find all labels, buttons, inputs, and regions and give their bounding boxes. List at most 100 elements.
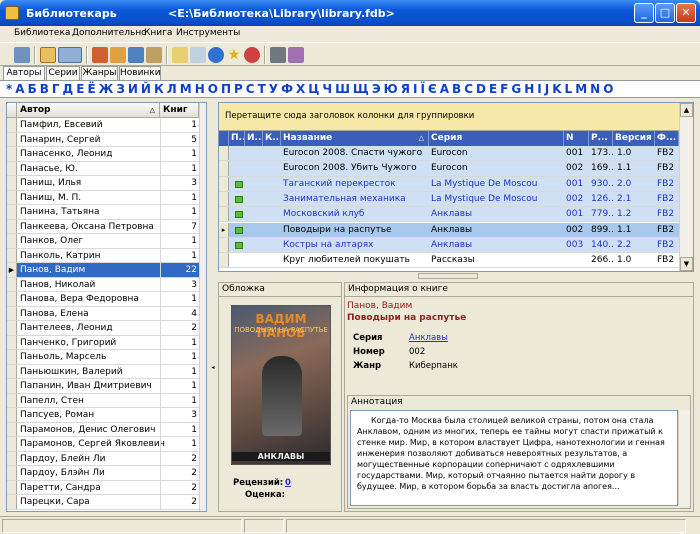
reviews-link[interactable]: 0 [285, 478, 291, 488]
letter-filter[interactable]: * [6, 81, 12, 97]
grid-header-i[interactable]: И.. [245, 131, 263, 146]
author-row[interactable]: Панарин, Сергей 5 [7, 132, 206, 147]
letter-filter[interactable]: Г [52, 81, 60, 97]
lifebuoy-icon[interactable] [244, 47, 260, 63]
book-yellow-icon[interactable] [110, 47, 126, 63]
letter-filter[interactable]: Ш [335, 81, 350, 97]
tab-authors[interactable]: Авторы [3, 66, 45, 81]
letter-filter[interactable]: У [269, 81, 278, 97]
author-row[interactable]: Панасье, Ю. 1 [7, 161, 206, 176]
letter-filter[interactable]: Щ [353, 81, 369, 97]
author-row[interactable]: Панина, Татьяна 1 [7, 205, 206, 220]
letter-filter[interactable]: Ё [87, 81, 95, 97]
letter-filter[interactable]: Д [63, 81, 74, 97]
letter-filter[interactable]: Ю [384, 81, 398, 97]
letter-filter[interactable]: М [180, 81, 192, 97]
letter-filter[interactable]: O [603, 81, 613, 97]
menu-tools[interactable]: Инструменты [176, 28, 240, 38]
letter-filter[interactable]: Н [195, 81, 205, 97]
scroll-down-icon[interactable]: ▼ [680, 257, 693, 271]
tool-settings-icon[interactable] [288, 47, 304, 63]
tab-genres[interactable]: Жанры [81, 66, 118, 80]
letter-filter[interactable]: К [154, 81, 164, 97]
letter-filter[interactable]: I [537, 81, 541, 97]
letter-filter[interactable]: З [116, 81, 125, 97]
save-icon[interactable] [40, 47, 56, 63]
author-row[interactable]: Паньоль, Марсель 1 [7, 350, 206, 365]
letter-filter[interactable]: Ф [281, 81, 293, 97]
author-row[interactable]: Парецки, Сара 2 [7, 495, 206, 510]
letter-filter[interactable]: Э [372, 81, 381, 97]
letter-filter[interactable]: Ж [99, 81, 114, 97]
letter-filter[interactable]: Ч [322, 81, 332, 97]
grid-header-number[interactable]: N [564, 131, 589, 146]
book-row[interactable]: ▸ Поводыри на распутье Анклавы 002 899... 1.1… [219, 222, 679, 238]
tab-series[interactable]: Серии [46, 66, 80, 80]
letter-filter[interactable]: Ї [420, 81, 424, 97]
letter-filter[interactable]: П [221, 81, 231, 97]
author-row[interactable]: Панкеева, Оксана Петровна 7 [7, 219, 206, 234]
letter-filter[interactable]: L [565, 81, 573, 97]
menu-library[interactable]: Библиотека [14, 28, 70, 38]
author-row[interactable]: Паньюшкин, Валерий 1 [7, 364, 206, 379]
letter-filter[interactable]: Е [76, 81, 84, 97]
letter-filter[interactable]: B [452, 81, 461, 97]
letter-filter[interactable]: Ц [308, 81, 319, 97]
author-row[interactable]: Паретти, Сандра 2 [7, 480, 206, 495]
letter-filter[interactable]: І [413, 81, 417, 97]
author-row[interactable]: Папанин, Иван Дмитриевич 1 [7, 379, 206, 394]
grid-header-size[interactable]: Р... [589, 131, 613, 146]
close-button[interactable]: ✕ [676, 3, 696, 23]
grid-header-format[interactable]: Ф... [655, 131, 679, 146]
horizontal-splitter[interactable] [418, 273, 478, 279]
book-row[interactable]: Таганский перекресток La Mystique De Mosc… [219, 176, 679, 192]
book-row[interactable]: Круг любителей покушать Рассказы 266... 1.0… [219, 253, 679, 269]
menu-book[interactable]: Книга [144, 28, 172, 38]
app-icon[interactable] [5, 6, 19, 20]
letter-filter[interactable]: Є [428, 81, 437, 97]
letter-filter[interactable]: Х [296, 81, 305, 97]
users-icon[interactable] [146, 47, 162, 63]
author-row[interactable]: Пардоу, Блэйн Ли 2 [7, 466, 206, 481]
letter-filter[interactable]: А [15, 81, 24, 97]
authors-scrollbar[interactable] [199, 103, 206, 511]
author-row[interactable]: Панов, Николай 3 [7, 277, 206, 292]
back-icon[interactable] [14, 47, 30, 63]
author-row[interactable]: Панова, Вера Федоровна 1 [7, 292, 206, 307]
author-row[interactable]: Пардоу, Блейн Ли 2 [7, 451, 206, 466]
letter-filter[interactable]: D [476, 81, 486, 97]
collapse-left-icon[interactable]: ◂ [210, 362, 216, 374]
menu-additional[interactable]: Дополнительно [72, 28, 147, 38]
author-row[interactable]: Паниш, М. П. 1 [7, 190, 206, 205]
letter-filter[interactable]: F [500, 81, 508, 97]
author-row[interactable]: ▶ Панов, Вадим 22 [7, 263, 206, 278]
grid-header-p[interactable]: П.. [229, 131, 245, 146]
book-row[interactable]: Занимательная механика La Mystique De Mos… [219, 191, 679, 208]
vertical-splitter[interactable]: ◂ [209, 102, 217, 512]
author-row[interactable]: Памфил, Евсевий 1 [7, 118, 206, 133]
author-row[interactable]: Парамонов, Денис Олегович 1 [7, 422, 206, 437]
letter-filter[interactable]: C [464, 81, 473, 97]
books-scrollbar[interactable]: ▲ ▼ [679, 103, 693, 271]
minimize-button[interactable]: _ [634, 3, 654, 23]
author-row[interactable]: Панков, Олег 1 [7, 234, 206, 249]
letter-filter[interactable]: Й [141, 81, 151, 97]
tools-icon[interactable] [270, 47, 286, 63]
letter-filter[interactable]: Я [401, 81, 410, 97]
letter-filter[interactable]: И [128, 81, 138, 97]
edit-icon[interactable] [172, 47, 188, 63]
letter-filter[interactable]: M [575, 81, 587, 97]
author-row[interactable]: Парамонов, Сергей Яковлевич 1 [7, 437, 206, 452]
letter-filter[interactable]: H [524, 81, 534, 97]
letter-filter[interactable]: A [440, 81, 449, 97]
author-row[interactable]: Пантелеев, Леонид 2 [7, 321, 206, 336]
letter-filter[interactable]: С [246, 81, 255, 97]
view-dropdown-icon[interactable] [58, 47, 82, 63]
letter-filter[interactable]: О [208, 81, 218, 97]
book-row[interactable]: Московский клуб Анклавы 001 779... 1.2 FB2 [219, 207, 679, 223]
letter-filter[interactable]: E [489, 81, 497, 97]
letter-filter[interactable]: Л [167, 81, 177, 97]
column-header-author[interactable]: Автор △ [17, 103, 160, 118]
tab-new[interactable]: Новинки [119, 66, 161, 80]
letter-filter[interactable]: Б [28, 81, 37, 97]
